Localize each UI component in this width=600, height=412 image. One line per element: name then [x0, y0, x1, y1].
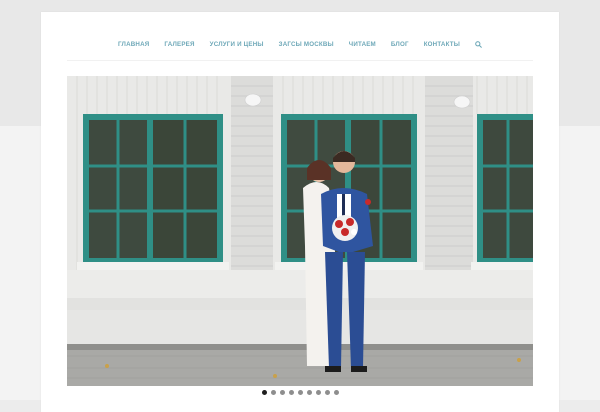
- hero-slider[interactable]: [67, 76, 533, 386]
- main-nav: ГЛАВНАЯ ГАЛЕРЕЯ УСЛУГИ И ЦЕНЫ ЗАГСЫ МОСК…: [41, 39, 559, 49]
- slide-dot[interactable]: [288, 390, 294, 395]
- content-card: ГЛАВНАЯ ГАЛЕРЕЯ УСЛУГИ И ЦЕНЫ ЗАГСЫ МОСК…: [41, 12, 559, 412]
- slide-dot[interactable]: [270, 390, 276, 395]
- slide-dot[interactable]: [324, 390, 330, 395]
- nav-item-services[interactable]: УСЛУГИ И ЦЕНЫ: [210, 41, 264, 48]
- nav-item-registry-offices[interactable]: ЗАГСЫ МОСКВЫ: [279, 41, 334, 48]
- wedding-couple-photo: [67, 76, 533, 386]
- nav-item-blog[interactable]: БЛОГ: [391, 41, 409, 48]
- nav-divider: [67, 60, 533, 61]
- slide-dot[interactable]: [315, 390, 321, 395]
- slide-dot[interactable]: [261, 390, 267, 395]
- nav-item-gallery[interactable]: ГАЛЕРЕЯ: [164, 41, 194, 48]
- nav-item-home[interactable]: ГЛАВНАЯ: [118, 41, 149, 48]
- nav-item-reading[interactable]: ЧИТАЕМ: [349, 41, 376, 48]
- slide-dot[interactable]: [297, 390, 303, 395]
- slide-dot[interactable]: [333, 390, 339, 395]
- search-icon[interactable]: [475, 40, 482, 48]
- slide-dot[interactable]: [279, 390, 285, 395]
- slider-pagination: [41, 390, 559, 398]
- slide-dot[interactable]: [306, 390, 312, 395]
- nav-item-contacts[interactable]: КОНТАКТЫ: [424, 41, 460, 48]
